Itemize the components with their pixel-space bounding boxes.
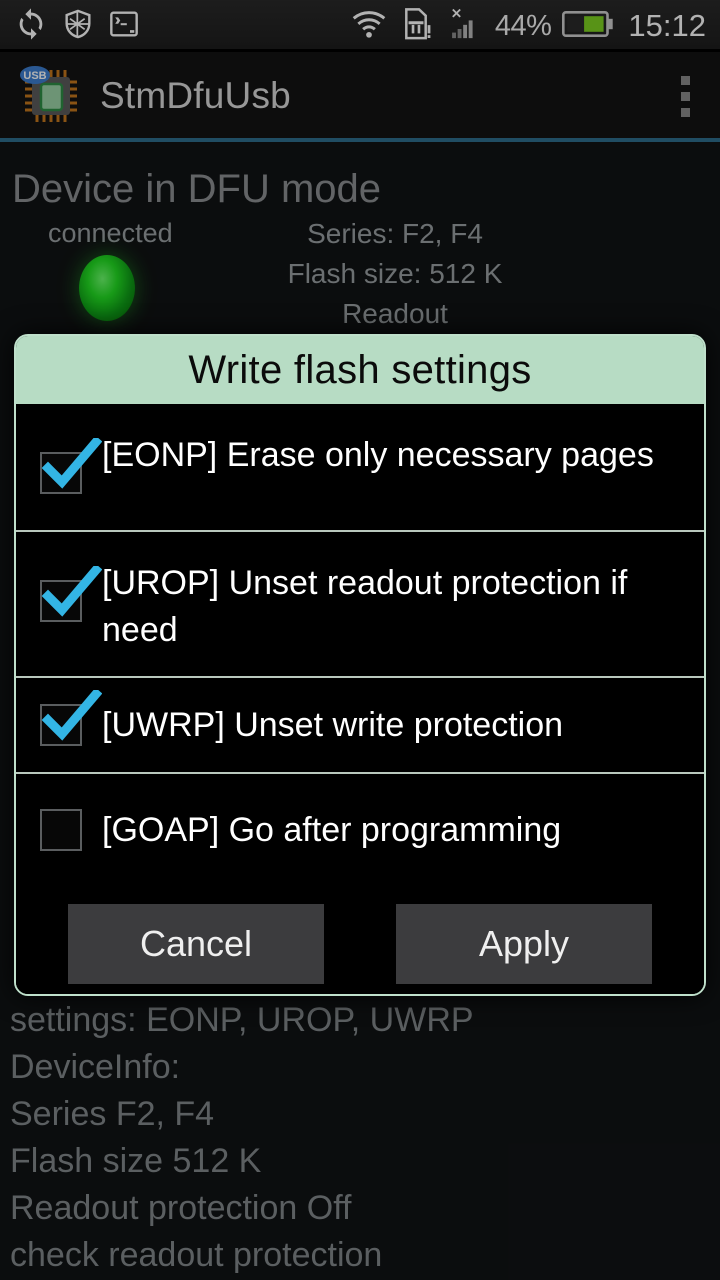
write-flash-settings-dialog: Write flash settings [EONP] Erase only n… [14,334,706,996]
dialog-action-bar: Cancel Apply [16,886,704,994]
checkbox-goap[interactable] [40,809,82,851]
option-row-uwrp[interactable]: [UWRP] Unset write protection [16,678,704,774]
checkbox-eonp[interactable] [40,438,102,494]
option-label-urop: [UROP] Unset readout protection if need [102,564,628,649]
option-row-goap[interactable]: [GOAP] Go after programming [16,774,704,886]
option-label-eonp: [EONP] Erase only necessary pages [102,436,654,474]
option-row-urop[interactable]: [UROP] Unset readout protection if need [16,532,704,678]
check-icon [41,690,102,741]
dialog-body: [EONP] Erase only necessary pages [UROP]… [16,404,704,994]
option-row-eonp[interactable]: [EONP] Erase only necessary pages [16,404,704,532]
checkbox-uwrp[interactable] [40,690,102,746]
option-label-uwrp: [UWRP] Unset write protection [102,705,564,744]
phone-screen: 44% 15:12 USB StmDfuUsb Device in DFU mo… [0,0,720,1280]
check-icon [41,566,102,617]
apply-button[interactable]: Apply [396,904,652,984]
dialog-title: Write flash settings [16,336,704,404]
checkbox-urop[interactable] [40,566,102,622]
check-icon [41,438,102,489]
option-label-goap: [GOAP] Go after programming [102,810,562,849]
cancel-button[interactable]: Cancel [68,904,324,984]
